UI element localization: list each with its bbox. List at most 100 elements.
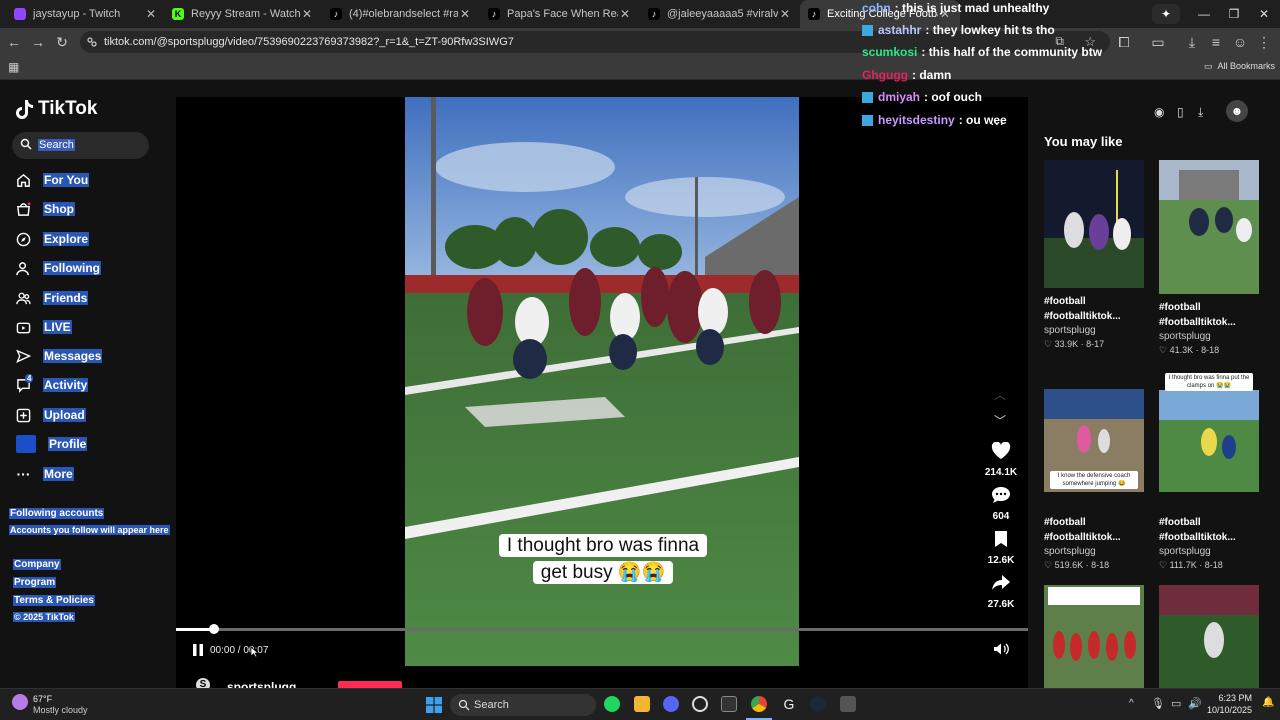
clock-date[interactable]: 10/10/2025: [1206, 705, 1252, 715]
close-window-icon[interactable]: ✕: [1250, 4, 1278, 24]
tab-twitch[interactable]: jaystayup - Twitch ✕: [6, 0, 166, 28]
back-icon[interactable]: ←: [4, 32, 24, 52]
video-thumbnail[interactable]: [1044, 160, 1144, 288]
nav-more[interactable]: ··· More: [16, 463, 74, 485]
taskbar-search[interactable]: Search: [450, 694, 596, 716]
video-frame[interactable]: I thought bro was finna get busy 😭😭: [405, 97, 799, 666]
device-icon[interactable]: ▯: [1177, 105, 1184, 119]
nav-live[interactable]: LIVE: [16, 316, 72, 338]
chevron-up-icon[interactable]: ︿: [994, 386, 1006, 403]
pause-icon[interactable]: [192, 643, 204, 657]
tab-tiktok-1[interactable]: ♪ (4)#olebrandselect #ranking #c ✕: [322, 0, 480, 28]
steam-icon[interactable]: [810, 696, 826, 712]
extensions-icon[interactable]: ⧠: [1114, 32, 1134, 52]
weather-temp[interactable]: 67°F: [33, 694, 52, 704]
video-thumbnail[interactable]: I thought bro was finna put the clamps o…: [1159, 372, 1259, 492]
close-icon[interactable]: ✕: [618, 7, 632, 21]
recommended-video-card[interactable]: I thought bro was finna put the clamps o…: [1159, 372, 1259, 571]
sidepanel-icon[interactable]: ▭: [1148, 32, 1168, 52]
nav-friends[interactable]: Friends: [16, 287, 89, 309]
save-button[interactable]: 12.6K: [983, 530, 1019, 566]
tab-tiktok-3[interactable]: ♪ @jaleeyaaaaa5 #viralvideo #fyp ✕: [640, 0, 800, 28]
nav-for-you[interactable]: For You: [16, 169, 90, 191]
footer-program-link[interactable]: Program: [13, 577, 57, 588]
epic-games-icon[interactable]: [721, 696, 737, 712]
weather-desc[interactable]: Mostly cloudy: [33, 705, 88, 715]
nav-profile[interactable]: Profile: [16, 433, 88, 455]
close-icon[interactable]: ✕: [144, 7, 158, 21]
recommended-title-2: #footballtiktok...: [1044, 311, 1121, 322]
close-icon[interactable]: ✕: [778, 7, 792, 21]
notification-bell-icon[interactable]: 🔔: [1262, 697, 1274, 708]
reload-icon[interactable]: ↻: [52, 32, 72, 52]
tiktok-logo[interactable]: TikTok: [16, 98, 97, 120]
site-info-icon[interactable]: [86, 36, 98, 48]
menu-icon[interactable]: ⋮: [1254, 32, 1274, 52]
sparkle-icon[interactable]: ✦: [1152, 4, 1180, 24]
close-icon[interactable]: ✕: [458, 7, 472, 21]
nav-explore[interactable]: Explore: [16, 228, 90, 250]
video-thumbnail[interactable]: [1159, 585, 1259, 688]
download-icon[interactable]: ⤓: [1182, 32, 1202, 52]
speaker-icon[interactable]: 🔊: [1188, 697, 1202, 710]
nav-messages[interactable]: Messages: [16, 345, 103, 367]
tab-tiktok-2[interactable]: ♪ Papa's Face When Realizing Ou ✕: [480, 0, 640, 28]
chevron-down-icon[interactable]: ﹀: [994, 412, 1006, 429]
footer-company-link[interactable]: Company: [13, 559, 61, 570]
minimize-icon[interactable]: —: [1190, 4, 1218, 24]
app-g-icon[interactable]: G: [781, 696, 797, 712]
recommended-video-card[interactable]: #football #footballtiktok... sportsplugg…: [1044, 160, 1144, 350]
nav-upload[interactable]: Upload: [16, 404, 86, 426]
recommended-author[interactable]: sportsplugg: [1159, 331, 1259, 342]
comment-button[interactable]: 604: [983, 486, 1019, 522]
nav-activity[interactable]: 4 Activity: [16, 373, 89, 396]
video-player[interactable]: I thought bro was finna get busy 😭😭 00:0…: [176, 97, 1028, 688]
video-thumbnail[interactable]: [1044, 585, 1144, 688]
chat-text: : they lowkey hit ts tho: [925, 23, 1055, 37]
apps-grid-icon[interactable]: ▦: [8, 60, 19, 74]
recommended-author[interactable]: sportsplugg: [1044, 546, 1144, 557]
footer-terms-link[interactable]: Terms & Policies: [13, 595, 95, 606]
microphone-icon[interactable]: 🎙: [1151, 697, 1165, 710]
network-icon[interactable]: ▭: [1171, 697, 1181, 710]
profile-icon: [16, 435, 36, 453]
recommended-video-card[interactable]: I know the defensive coach somewhere jum…: [1044, 389, 1144, 571]
video-thumbnail[interactable]: I know the defensive coach somewhere jum…: [1044, 389, 1144, 492]
file-explorer-icon[interactable]: [634, 696, 650, 712]
chrome-icon[interactable]: [751, 696, 767, 712]
tab-kick[interactable]: K Reyyy Stream - Watch Live on K ✕: [164, 0, 322, 28]
spotify-icon[interactable]: [604, 696, 620, 712]
search-input[interactable]: Search: [12, 132, 149, 159]
nav-following[interactable]: Following: [16, 257, 101, 279]
recommended-author[interactable]: sportsplugg: [1159, 546, 1259, 557]
video-progress-bar[interactable]: [176, 624, 1028, 634]
follow-button[interactable]: [338, 681, 402, 688]
chevron-up-icon[interactable]: ^: [1129, 698, 1134, 709]
app-icon[interactable]: [840, 696, 856, 712]
recommended-author[interactable]: sportsplugg: [1044, 325, 1144, 336]
forward-icon[interactable]: →: [28, 32, 48, 52]
profile-avatar-icon[interactable]: ☺: [1230, 32, 1250, 52]
author-avatar[interactable]: S: [196, 678, 210, 688]
nav-shop[interactable]: Shop: [16, 198, 75, 220]
recommended-video-card[interactable]: [1159, 585, 1259, 688]
all-bookmarks-button[interactable]: ▭ All Bookmarks: [1204, 61, 1275, 72]
app-icon[interactable]: [692, 696, 708, 712]
recommended-video-card[interactable]: #football #footballtiktok... sportsplugg…: [1159, 160, 1259, 356]
clock-time[interactable]: 6:23 PM: [1216, 693, 1252, 703]
desktop-app-icon[interactable]: ◉: [1154, 105, 1164, 119]
user-avatar[interactable]: ☻: [1226, 100, 1248, 122]
volume-icon[interactable]: [993, 642, 1009, 656]
video-thumbnail[interactable]: [1159, 160, 1259, 294]
media-icon[interactable]: ≡: [1206, 32, 1226, 52]
progress-handle[interactable]: [209, 624, 220, 634]
recommended-video-card[interactable]: [1044, 585, 1144, 688]
share-button[interactable]: 27.6K: [983, 574, 1019, 610]
like-button[interactable]: 214.1K: [983, 441, 1019, 478]
author-name[interactable]: sportsplugg: [227, 680, 296, 688]
windows-start-icon[interactable]: [426, 697, 442, 713]
download-app-icon[interactable]: ⤓: [1198, 105, 1203, 120]
maximize-icon[interactable]: ❐: [1220, 4, 1248, 24]
discord-icon[interactable]: [663, 696, 679, 712]
close-icon[interactable]: ✕: [300, 7, 314, 21]
